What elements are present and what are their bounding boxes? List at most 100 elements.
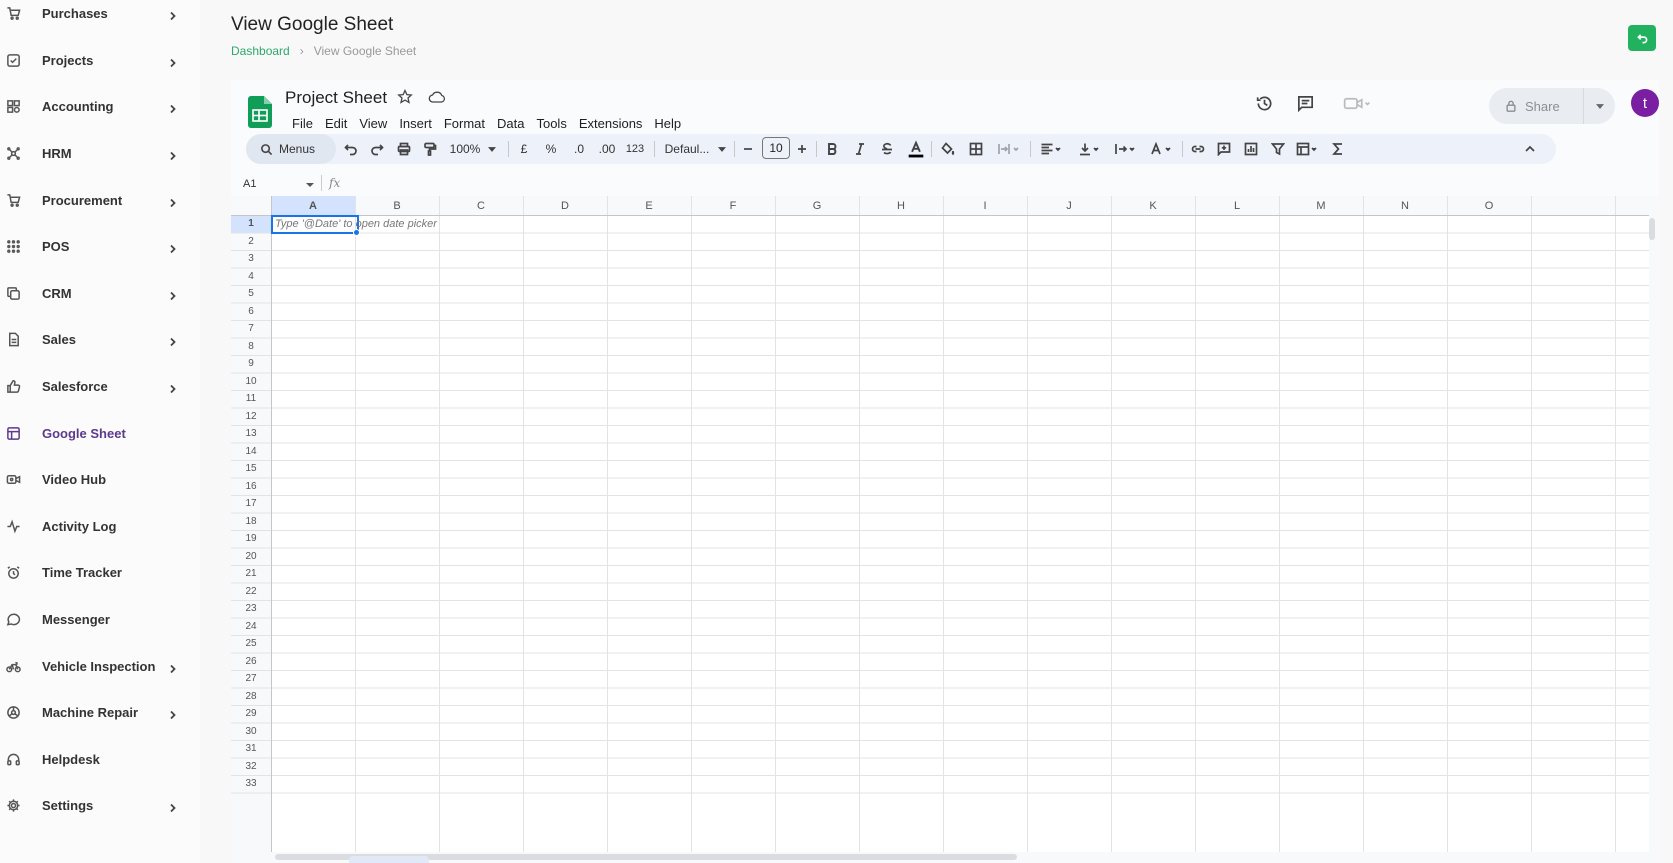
row-header-14[interactable]: 14 xyxy=(231,443,271,461)
vertical-align-icon[interactable] xyxy=(1076,134,1104,164)
row-header-20[interactable]: 20 xyxy=(231,548,271,566)
sidebar-item-hrm[interactable]: HRM xyxy=(0,133,200,173)
column-header-a[interactable]: A xyxy=(271,196,355,215)
row-header-6[interactable]: 6 xyxy=(231,303,271,321)
paint-format-icon[interactable] xyxy=(421,134,439,164)
meet-call-icon[interactable] xyxy=(1339,92,1375,114)
merge-cells-icon[interactable] xyxy=(995,134,1023,164)
row-header-26[interactable]: 26 xyxy=(231,653,271,671)
row-header-11[interactable]: 11 xyxy=(231,390,271,408)
row-header-9[interactable]: 9 xyxy=(231,355,271,373)
row-header-10[interactable]: 10 xyxy=(231,373,271,391)
row-header-27[interactable]: 27 xyxy=(231,670,271,688)
bold-icon[interactable] xyxy=(824,134,840,164)
row-header-4[interactable]: 4 xyxy=(231,268,271,286)
text-color-icon[interactable] xyxy=(906,134,926,164)
sidebar-item-purchases[interactable]: Purchases xyxy=(0,0,200,33)
sidebar-item-messenger[interactable]: Messenger xyxy=(0,599,200,639)
fill-handle[interactable] xyxy=(353,229,360,236)
row-header-18[interactable]: 18 xyxy=(231,513,271,531)
row-header-1[interactable]: 1 xyxy=(231,215,271,233)
column-header-m[interactable]: M xyxy=(1279,196,1363,215)
redo-icon[interactable] xyxy=(368,134,386,164)
insert-link-icon[interactable] xyxy=(1190,134,1206,164)
font-dropdown-icon[interactable] xyxy=(716,134,728,164)
document-title[interactable]: Project Sheet xyxy=(285,88,387,108)
fill-color-icon[interactable] xyxy=(940,134,956,164)
sidebar-item-sales[interactable]: Sales xyxy=(0,319,200,359)
decrease-decimal-button[interactable]: .0 xyxy=(568,134,590,164)
sidebar-item-time-tracker[interactable]: Time Tracker xyxy=(0,552,200,592)
row-header-32[interactable]: 32 xyxy=(231,758,271,776)
row-header-19[interactable]: 19 xyxy=(231,530,271,548)
row-header-33[interactable]: 33 xyxy=(231,775,271,793)
sidebar-item-pos[interactable]: POS xyxy=(0,226,200,266)
column-header-k[interactable]: K xyxy=(1111,196,1195,215)
sidebar-item-helpdesk[interactable]: Helpdesk xyxy=(0,739,200,779)
zoom-dropdown-icon[interactable] xyxy=(486,134,498,164)
row-header-21[interactable]: 21 xyxy=(231,565,271,583)
menu-data[interactable]: Data xyxy=(491,116,530,131)
column-header-b[interactable]: B xyxy=(355,196,439,215)
font-size-input[interactable]: 10 xyxy=(762,137,790,159)
row-header-30[interactable]: 30 xyxy=(231,723,271,741)
row-header-7[interactable]: 7 xyxy=(231,320,271,338)
more-formats-button[interactable]: 123 xyxy=(624,134,646,164)
percent-format-button[interactable]: % xyxy=(543,134,559,164)
menu-edit[interactable]: Edit xyxy=(319,116,353,131)
sidebar-item-vehicle-inspection[interactable]: Vehicle Inspection xyxy=(0,646,200,686)
menu-extensions[interactable]: Extensions xyxy=(573,116,649,131)
currency-format-button[interactable]: £ xyxy=(516,134,532,164)
row-header-3[interactable]: 3 xyxy=(231,250,271,268)
row-header-23[interactable]: 23 xyxy=(231,600,271,618)
menu-view[interactable]: View xyxy=(353,116,393,131)
column-header-c[interactable]: C xyxy=(439,196,523,215)
menus-search[interactable]: Menus xyxy=(246,134,336,164)
borders-icon[interactable] xyxy=(968,134,984,164)
menu-help[interactable]: Help xyxy=(648,116,687,131)
column-header-g[interactable]: G xyxy=(775,196,859,215)
breadcrumb-dashboard-link[interactable]: Dashboard xyxy=(231,44,290,58)
print-icon[interactable] xyxy=(395,134,413,164)
row-header-24[interactable]: 24 xyxy=(231,618,271,636)
menu-file[interactable]: File xyxy=(286,116,319,131)
column-header-d[interactable]: D xyxy=(523,196,607,215)
column-header-i[interactable]: I xyxy=(943,196,1027,215)
sidebar-item-settings[interactable]: Settings xyxy=(0,785,200,825)
sidebar-item-projects[interactable]: Projects xyxy=(0,40,200,80)
name-box-dropdown-icon[interactable] xyxy=(306,183,314,187)
sidebar-item-salesforce[interactable]: Salesforce xyxy=(0,366,200,406)
version-history-icon[interactable] xyxy=(1253,92,1275,114)
back-button[interactable] xyxy=(1628,25,1656,51)
row-header-28[interactable]: 28 xyxy=(231,688,271,706)
strikethrough-icon[interactable] xyxy=(879,134,895,164)
insert-chart-icon[interactable] xyxy=(1243,134,1259,164)
font-select[interactable]: Defaul... xyxy=(662,134,712,164)
undo-icon[interactable] xyxy=(342,134,360,164)
row-header-25[interactable]: 25 xyxy=(231,635,271,653)
filter-views-icon[interactable] xyxy=(1294,134,1322,164)
column-header-l[interactable]: L xyxy=(1195,196,1279,215)
functions-icon[interactable] xyxy=(1330,134,1346,164)
row-header-22[interactable]: 22 xyxy=(231,583,271,601)
sheet-tab[interactable] xyxy=(349,856,429,863)
spreadsheet-grid[interactable]: ABCDEFGHIJKLMNO 1 2 3 4 5 6 7 8 9 10 11 12 13 14 15 16 1… xyxy=(231,196,1659,863)
sidebar-item-video-hub[interactable]: Video Hub xyxy=(0,459,200,499)
row-header-8[interactable]: 8 xyxy=(231,338,271,356)
sidebar-item-google-sheet[interactable]: Google Sheet xyxy=(0,413,200,453)
text-wrapping-icon[interactable] xyxy=(1112,134,1140,164)
row-header-15[interactable]: 15 xyxy=(231,460,271,478)
sidebar-item-activity-log[interactable]: Activity Log xyxy=(0,506,200,546)
row-header-29[interactable]: 29 xyxy=(231,705,271,723)
star-icon[interactable] xyxy=(397,89,413,105)
collapse-toolbar-icon[interactable] xyxy=(1522,134,1538,164)
cloud-status-icon[interactable] xyxy=(428,89,446,105)
row-header-16[interactable]: 16 xyxy=(231,478,271,496)
sidebar-item-accounting[interactable]: Accounting xyxy=(0,86,200,126)
font-size-decrease-icon[interactable] xyxy=(740,134,756,164)
sidebar-item-procurement[interactable]: Procurement xyxy=(0,180,200,220)
share-dropdown-icon[interactable] xyxy=(1584,103,1615,109)
row-header-5[interactable]: 5 xyxy=(231,285,271,303)
column-header-o[interactable]: O xyxy=(1447,196,1531,215)
row-header-12[interactable]: 12 xyxy=(231,408,271,426)
